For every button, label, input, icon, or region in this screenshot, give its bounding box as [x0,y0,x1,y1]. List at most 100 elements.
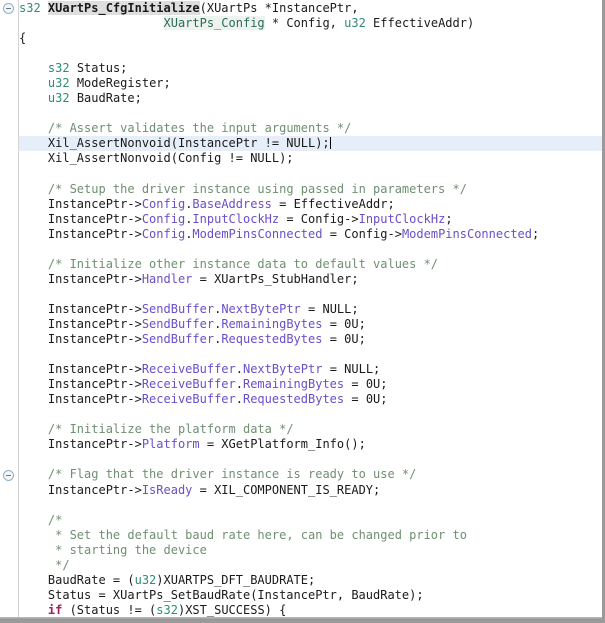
code-line[interactable]: Xil_AssertNonvoid(InstancePtr != NULL); [0,136,602,152]
code-token: EffectiveAddr) [365,16,475,31]
code-line[interactable] [0,347,602,362]
code-token: InstancePtr-> [19,226,142,241]
code-line[interactable]: u32 BaudRate; [0,91,602,106]
code-token: /* [47,512,63,527]
code-line[interactable] [0,498,602,513]
code-line[interactable]: InstancePtr->Config.InputClockHz = Confi… [0,212,602,227]
code-token: s32 [19,1,48,15]
code-line[interactable]: /* Flag that the driver instance is read… [0,467,602,482]
editor-gutter[interactable] [0,0,19,620]
code-token: = 0U; [344,377,388,392]
code-line[interactable]: InstancePtr->Handler = XUartPs_StubHandl… [0,272,602,287]
code-token: = Config-> [279,211,359,226]
code-token: Platform [141,437,200,452]
code-token: /* Flag that the driver instance is read… [47,467,417,482]
code-line[interactable] [0,407,602,422]
code-token: BaudRate; [69,91,142,106]
code-editor-window[interactable]: s32 XUartPs_CfgInitialize(XUartPs *Insta… [0,0,605,623]
fold-toggle-icon[interactable] [3,469,14,481]
code-line[interactable]: InstancePtr->Config.ModemPinsConnected =… [0,227,602,242]
code-line[interactable]: Status = XUartPs_SetBaudRate(InstancePtr… [0,588,602,603]
code-line[interactable]: */ [0,558,602,573]
code-line[interactable]: InstancePtr->ReceiveBuffer.RequestedByte… [0,392,602,407]
code-token: NextBytePtr [242,362,323,377]
code-token: InstancePtr-> [19,482,142,497]
code-line[interactable]: s32 XUartPs_CfgInitialize(XUartPs *Insta… [0,1,602,16]
code-token: = XIL_COMPONENT_IS_READY; [192,482,381,497]
code-token: ModemPinsConnected [192,226,323,241]
code-line[interactable]: s32 Status; [0,61,602,76]
code-token: Config [141,226,186,241]
code-content-area[interactable]: s32 XUartPs_CfgInitialize(XUartPs *Insta… [0,0,602,620]
code-line[interactable]: InstancePtr->Config.BaseAddress = Effect… [0,197,602,212]
code-line[interactable]: /* Initialize the platform data */ [0,422,602,437]
code-line[interactable]: Xil_AssertNonvoid(Config != NULL); [0,151,602,166]
code-line[interactable]: /* Initialize other instance data to def… [0,257,602,272]
code-token: InstancePtr-> [19,437,142,452]
code-token: if [47,602,63,617]
code-line[interactable]: u32 ModeRegister; [0,76,602,91]
code-token: = 0U; [322,316,366,331]
code-token: ; [532,226,540,241]
code-token: * starting the device [47,542,207,557]
code-line[interactable]: InstancePtr->Platform = XGetPlatform_Inf… [0,437,602,452]
code-line[interactable]: { [0,31,602,46]
code-token: . [235,362,243,377]
code-token: InstancePtr-> [19,332,142,347]
code-line[interactable] [0,46,602,61]
code-line[interactable]: * starting the device [0,543,602,558]
code-line[interactable]: InstancePtr->ReceiveBuffer.NextBytePtr =… [0,362,602,377]
code-line[interactable] [0,287,602,302]
code-token: Handler [141,271,193,286]
code-token: RequestedBytes [221,332,323,347]
code-token: = NULL; [322,362,381,377]
fold-toggle-icon[interactable] [3,3,14,14]
code-line[interactable]: InstancePtr->SendBuffer.RequestedBytes =… [0,332,602,347]
code-token: u32 [47,91,70,106]
code-token: * Set the default baud rate here, can be… [47,527,467,542]
code-token: BaudRate = ( [19,572,135,587]
code-token: InputClockHz [358,211,446,226]
code-token: u32 [134,572,157,587]
code-line[interactable] [0,242,602,257]
code-line[interactable]: * Set the default baud rate here, can be… [0,528,602,543]
code-line[interactable]: InstancePtr->SendBuffer.NextBytePtr = NU… [0,302,602,317]
code-token: RequestedBytes [242,392,345,407]
code-line[interactable]: InstancePtr->ReceiveBuffer.RemainingByte… [0,377,602,392]
code-token: . [235,392,243,407]
code-token: = Config-> [322,226,402,241]
code-line[interactable] [0,167,602,182]
code-line[interactable]: InstancePtr->SendBuffer.RemainingBytes =… [0,317,602,332]
code-token: InstancePtr-> [19,316,142,331]
code-token: = XUartPs_StubHandler; [192,271,359,286]
code-token: NextBytePtr [221,301,301,316]
code-line[interactable]: InstancePtr->IsReady = XIL_COMPONENT_IS_… [0,483,602,498]
code-token: XUartPs_CfgInitialize [47,1,200,15]
code-token: InstancePtr-> [19,392,142,407]
code-token: * Config, [264,16,345,31]
code-line[interactable]: XUartPs_Config * Config, u32 EffectiveAd… [0,16,602,31]
code-token: InstancePtr-> [19,211,142,226]
code-line[interactable]: /* Setup the driver instance using passe… [0,182,602,197]
code-token: u32 [344,16,366,31]
text-cursor [329,137,331,150]
code-line[interactable]: /* [0,513,602,528]
code-line[interactable]: /* Assert validates the input arguments … [0,121,602,136]
code-token: */ [47,557,70,572]
code-token: )XST_SUCCESS) { [177,602,287,617]
code-line[interactable] [0,106,602,121]
code-token: InputClockHz [192,211,280,226]
code-token: InstancePtr-> [19,377,142,392]
code-line[interactable]: BaudRate = (u32)XUARTPS_DFT_BAUDRATE; [0,573,602,588]
code-line[interactable] [0,452,602,467]
code-token: InstancePtr-> [19,271,142,286]
code-line[interactable]: if (Status != (s32)XST_SUCCESS) { [0,603,602,618]
